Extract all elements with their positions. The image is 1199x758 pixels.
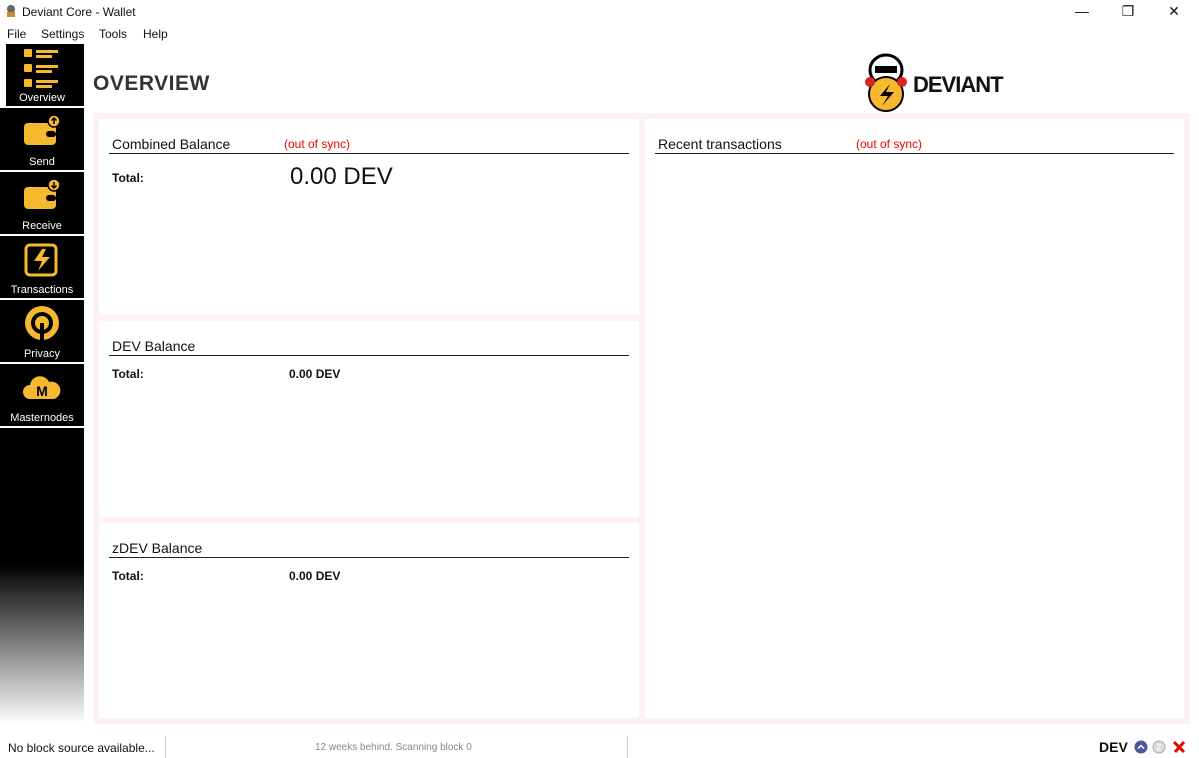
total-label: Total: [112,367,144,381]
panel-title: zDEV Balance [112,540,203,556]
nav-privacy[interactable]: Privacy [0,300,84,364]
zdev-total: 0.00 DEV [289,569,341,583]
sync-progress-text: 12 weeks behind. Scanning block 0 [315,742,472,753]
menu-tools[interactable]: Tools [99,27,127,41]
wallet-receive-icon [24,178,61,209]
overview-content: Combined Balance (out of sync) Total: 0.0… [93,113,1190,724]
nav-label: Masternodes [10,412,74,424]
sync-status: (out of sync) [284,137,351,151]
dev-total: 0.00 DEV [289,367,341,381]
panel-title: Recent transactions [658,136,782,152]
combined-balance-panel: Combined Balance (out of sync) Total: 0.0… [99,119,639,315]
nav-send[interactable]: Send [0,108,84,172]
nav-label: Send [29,156,55,168]
zerocoin-icon: Z [1152,740,1166,754]
overview-icon [24,49,58,88]
recent-transactions-panel: Recent transactions (out of sync) [645,119,1184,718]
nav-overview[interactable]: Overview [0,44,84,108]
panel-title: DEV Balance [112,338,196,354]
block-source-status: No block source available... [8,741,155,755]
minimize-button[interactable]: — [1059,2,1105,22]
panel-title: Combined Balance [112,136,231,152]
disconnected-icon [1172,740,1186,754]
combined-total: 0.00 DEV [290,163,393,190]
deviant-mascot-icon [865,53,907,112]
menu-help[interactable]: Help [143,27,168,41]
app-icon [7,5,15,17]
menu-settings[interactable]: Settings [41,27,84,41]
nav-transactions[interactable]: Transactions [0,236,84,300]
staking-icon [1134,740,1148,754]
sync-status: (out of sync) [856,137,923,151]
close-button[interactable]: ✕ [1151,2,1197,22]
window-title: Deviant Core - Wallet [22,5,136,19]
svg-text:Z: Z [1157,743,1162,752]
menu-file[interactable]: File [7,27,26,41]
svg-text:M: M [36,383,48,399]
zdev-balance-panel: zDEV Balance Total: 0.00 DEV [99,523,639,718]
transactions-icon [24,243,58,277]
sidebar: Overview Send Receive Transactions Priva… [0,44,84,724]
nav-receive[interactable]: Receive [0,172,84,236]
title-bar: Deviant Core - Wallet — ❐ ✕ [0,0,1199,24]
deviant-logo: DEVIANT [862,52,1004,119]
nav-masternodes[interactable]: M Masternodes [0,364,84,428]
nav-label: Privacy [23,348,61,360]
wallet-send-icon [24,114,61,145]
status-bar: No block source available... 12 weeks be… [0,736,1199,758]
total-label: Total: [112,171,144,185]
restore-button[interactable]: ❐ [1105,2,1151,22]
nav-label: Transactions [10,284,74,296]
privacy-icon [25,306,59,341]
nav-label: Receive [22,220,62,232]
dev-balance-panel: DEV Balance Total: 0.00 DEV [99,321,639,517]
unit-label[interactable]: DEV [1099,739,1128,755]
masternodes-cloud-icon: M [23,376,61,399]
nav-label: Overview [19,92,65,104]
logo-text: DEVIANT [913,72,1004,97]
page-title: OVERVIEW [93,72,210,95]
total-label: Total: [112,569,144,583]
